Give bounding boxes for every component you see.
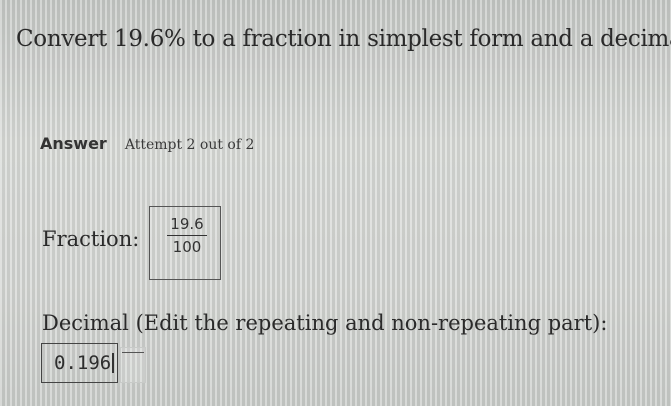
answer-label: Answer bbox=[40, 134, 107, 153]
question-text: Convert 19.6% to a fraction in simplest … bbox=[16, 26, 671, 52]
fraction-denominator[interactable]: 100 bbox=[173, 236, 202, 256]
decimal-input-group: 0.196 bbox=[41, 343, 146, 383]
fraction-numerator[interactable]: 19.6 bbox=[168, 215, 205, 235]
decimal-nonrepeating-input[interactable]: 0.196 bbox=[41, 343, 118, 383]
answer-header: Answer Attempt 2 out of 2 bbox=[40, 134, 254, 153]
repeating-bar-icon bbox=[121, 352, 144, 353]
fraction-label: Fraction: bbox=[42, 227, 140, 251]
fraction-input-box[interactable]: 19.6 100 bbox=[149, 206, 221, 280]
text-cursor bbox=[112, 353, 114, 373]
decimal-nonrepeating-value: 0.196 bbox=[54, 352, 112, 374]
decimal-label: Decimal (Edit the repeating and non-repe… bbox=[42, 311, 608, 335]
decimal-repeating-input[interactable] bbox=[119, 347, 146, 383]
fraction-display: 19.6 100 bbox=[167, 215, 207, 256]
attempt-counter: Attempt 2 out of 2 bbox=[124, 137, 255, 153]
